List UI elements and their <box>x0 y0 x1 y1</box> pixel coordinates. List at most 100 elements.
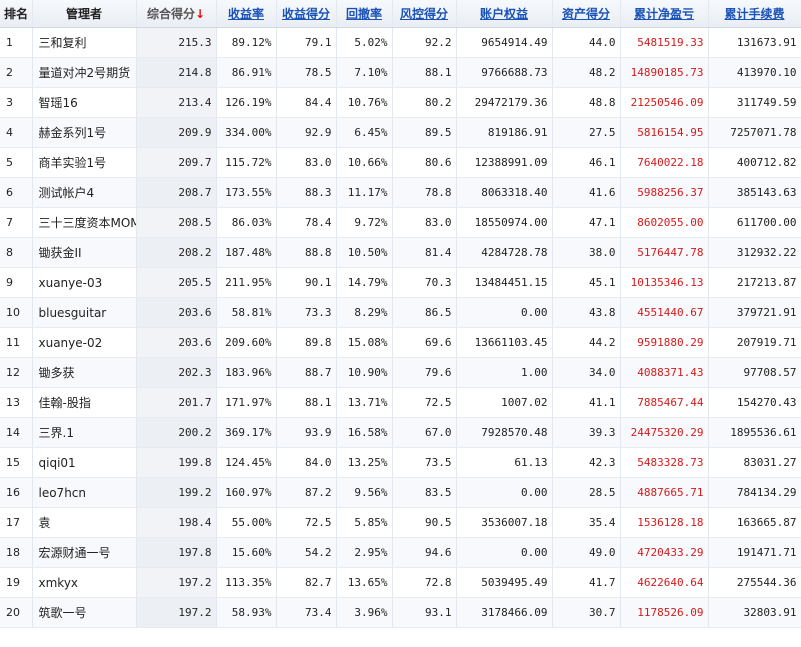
cell-equity: 1007.02 <box>456 387 553 418</box>
table-row: 6 测试帐户4 208.7 173.55% 88.3 11.17% 78.8 8063318.… <box>0 177 801 208</box>
cell-asset-score: 43.8 <box>552 297 621 328</box>
header-fees[interactable]: 累计手续费 <box>708 0 801 28</box>
cell-return-rate: 173.55% <box>216 177 277 208</box>
cell-rank: 6 <box>0 177 33 208</box>
cell-risk-score: 93.1 <box>392 597 457 628</box>
cell-manager: 袁 <box>32 507 137 538</box>
cell-rank: 7 <box>0 207 33 238</box>
cell-drawdown: 15.08% <box>336 327 393 358</box>
cell-asset-score: 27.5 <box>552 117 621 148</box>
cell-net-pnl: 14890185.73 <box>620 57 709 88</box>
cell-asset-score: 46.1 <box>552 147 621 178</box>
cell-asset-score: 28.5 <box>552 477 621 508</box>
cell-total-score: 200.2 <box>136 417 217 448</box>
cell-total-score: 198.4 <box>136 507 217 538</box>
cell-return-rate: 183.96% <box>216 357 277 388</box>
cell-manager: 佳翰-股指 <box>32 387 137 418</box>
cell-asset-score: 38.0 <box>552 237 621 268</box>
header-total-score[interactable]: 综合得分↓ <box>136 0 217 28</box>
table-row: 7 三十三度资本MOM 208.5 86.03% 78.4 9.72% 83.0 185509… <box>0 207 801 238</box>
cell-risk-score: 72.5 <box>392 387 457 418</box>
cell-return-score: 84.4 <box>276 87 337 118</box>
cell-total-score: 197.8 <box>136 537 217 568</box>
cell-total-score: 208.5 <box>136 207 217 238</box>
cell-net-pnl: 4551440.67 <box>620 297 709 328</box>
cell-rank: 5 <box>0 147 33 178</box>
cell-total-score: 209.7 <box>136 147 217 178</box>
cell-fees: 191471.71 <box>708 537 801 568</box>
cell-net-pnl: 1536128.18 <box>620 507 709 538</box>
cell-rank: 12 <box>0 357 33 388</box>
cell-net-pnl: 5816154.95 <box>620 117 709 148</box>
cell-manager: 量道对冲2号期货 <box>32 57 137 88</box>
cell-manager: 三十三度资本MOM <box>32 207 137 238</box>
cell-total-score: 205.5 <box>136 267 217 298</box>
header-manager: 管理者 <box>32 0 137 28</box>
table-row: 5 商羊实验1号 209.7 115.72% 83.0 10.66% 80.6 1238899… <box>0 147 801 178</box>
cell-return-rate: 171.97% <box>216 387 277 418</box>
cell-risk-score: 78.8 <box>392 177 457 208</box>
cell-drawdown: 10.90% <box>336 357 393 388</box>
cell-return-score: 90.1 <box>276 267 337 298</box>
cell-equity: 0.00 <box>456 297 553 328</box>
cell-return-rate: 86.03% <box>216 207 277 238</box>
cell-risk-score: 79.6 <box>392 357 457 388</box>
cell-equity: 3178466.09 <box>456 597 553 628</box>
cell-fees: 1895536.61 <box>708 417 801 448</box>
cell-manager: 锄获金II <box>32 237 137 268</box>
cell-manager: 三和复利 <box>32 27 137 58</box>
cell-total-score: 208.2 <box>136 237 217 268</box>
cell-total-score: 215.3 <box>136 27 217 58</box>
cell-fees: 207919.71 <box>708 327 801 358</box>
cell-asset-score: 44.2 <box>552 327 621 358</box>
cell-asset-score: 41.7 <box>552 567 621 598</box>
header-net-pnl[interactable]: 累计净盈亏 <box>620 0 709 28</box>
cell-manager: leo7hcn <box>32 477 137 508</box>
header-drawdown[interactable]: 回撤率 <box>336 0 393 28</box>
cell-return-score: 89.8 <box>276 327 337 358</box>
cell-drawdown: 9.72% <box>336 207 393 238</box>
cell-total-score: 208.7 <box>136 177 217 208</box>
cell-rank: 16 <box>0 477 33 508</box>
cell-risk-score: 81.4 <box>392 237 457 268</box>
cell-net-pnl: 10135346.13 <box>620 267 709 298</box>
header-return-rate[interactable]: 收益率 <box>216 0 277 28</box>
cell-return-rate: 115.72% <box>216 147 277 178</box>
cell-risk-score: 80.6 <box>392 147 457 178</box>
table-row: 12 锄多获 202.3 183.96% 88.7 10.90% 79.6 1.00 34.0 4… <box>0 357 801 388</box>
cell-return-score: 72.5 <box>276 507 337 538</box>
cell-return-score: 82.7 <box>276 567 337 598</box>
header-risk-score[interactable]: 风控得分 <box>392 0 457 28</box>
cell-drawdown: 8.29% <box>336 297 393 328</box>
cell-total-score: 203.6 <box>136 327 217 358</box>
cell-asset-score: 44.0 <box>552 27 621 58</box>
cell-net-pnl: 9591880.29 <box>620 327 709 358</box>
cell-return-rate: 334.00% <box>216 117 277 148</box>
header-equity[interactable]: 账户权益 <box>456 0 553 28</box>
cell-return-score: 88.8 <box>276 237 337 268</box>
cell-asset-score: 39.3 <box>552 417 621 448</box>
cell-equity: 13484451.15 <box>456 267 553 298</box>
cell-drawdown: 10.76% <box>336 87 393 118</box>
cell-return-rate: 113.35% <box>216 567 277 598</box>
cell-net-pnl: 5176447.78 <box>620 237 709 268</box>
cell-rank: 3 <box>0 87 33 118</box>
cell-equity: 12388991.09 <box>456 147 553 178</box>
cell-return-rate: 55.00% <box>216 507 277 538</box>
cell-equity: 8063318.40 <box>456 177 553 208</box>
cell-return-score: 73.4 <box>276 597 337 628</box>
cell-net-pnl: 4887665.71 <box>620 477 709 508</box>
cell-fees: 379721.91 <box>708 297 801 328</box>
cell-risk-score: 88.1 <box>392 57 457 88</box>
table-row: 17 袁 198.4 55.00% 72.5 5.85% 90.5 3536007.18 35.… <box>0 507 801 538</box>
cell-rank: 13 <box>0 387 33 418</box>
cell-asset-score: 42.3 <box>552 447 621 478</box>
cell-return-score: 88.7 <box>276 357 337 388</box>
header-return-score[interactable]: 收益得分 <box>276 0 337 28</box>
header-asset-score[interactable]: 资产得分 <box>552 0 621 28</box>
cell-total-score: 209.9 <box>136 117 217 148</box>
cell-drawdown: 16.58% <box>336 417 393 448</box>
cell-manager: xuanye-02 <box>32 327 137 358</box>
cell-manager: xuanye-03 <box>32 267 137 298</box>
cell-total-score: 201.7 <box>136 387 217 418</box>
